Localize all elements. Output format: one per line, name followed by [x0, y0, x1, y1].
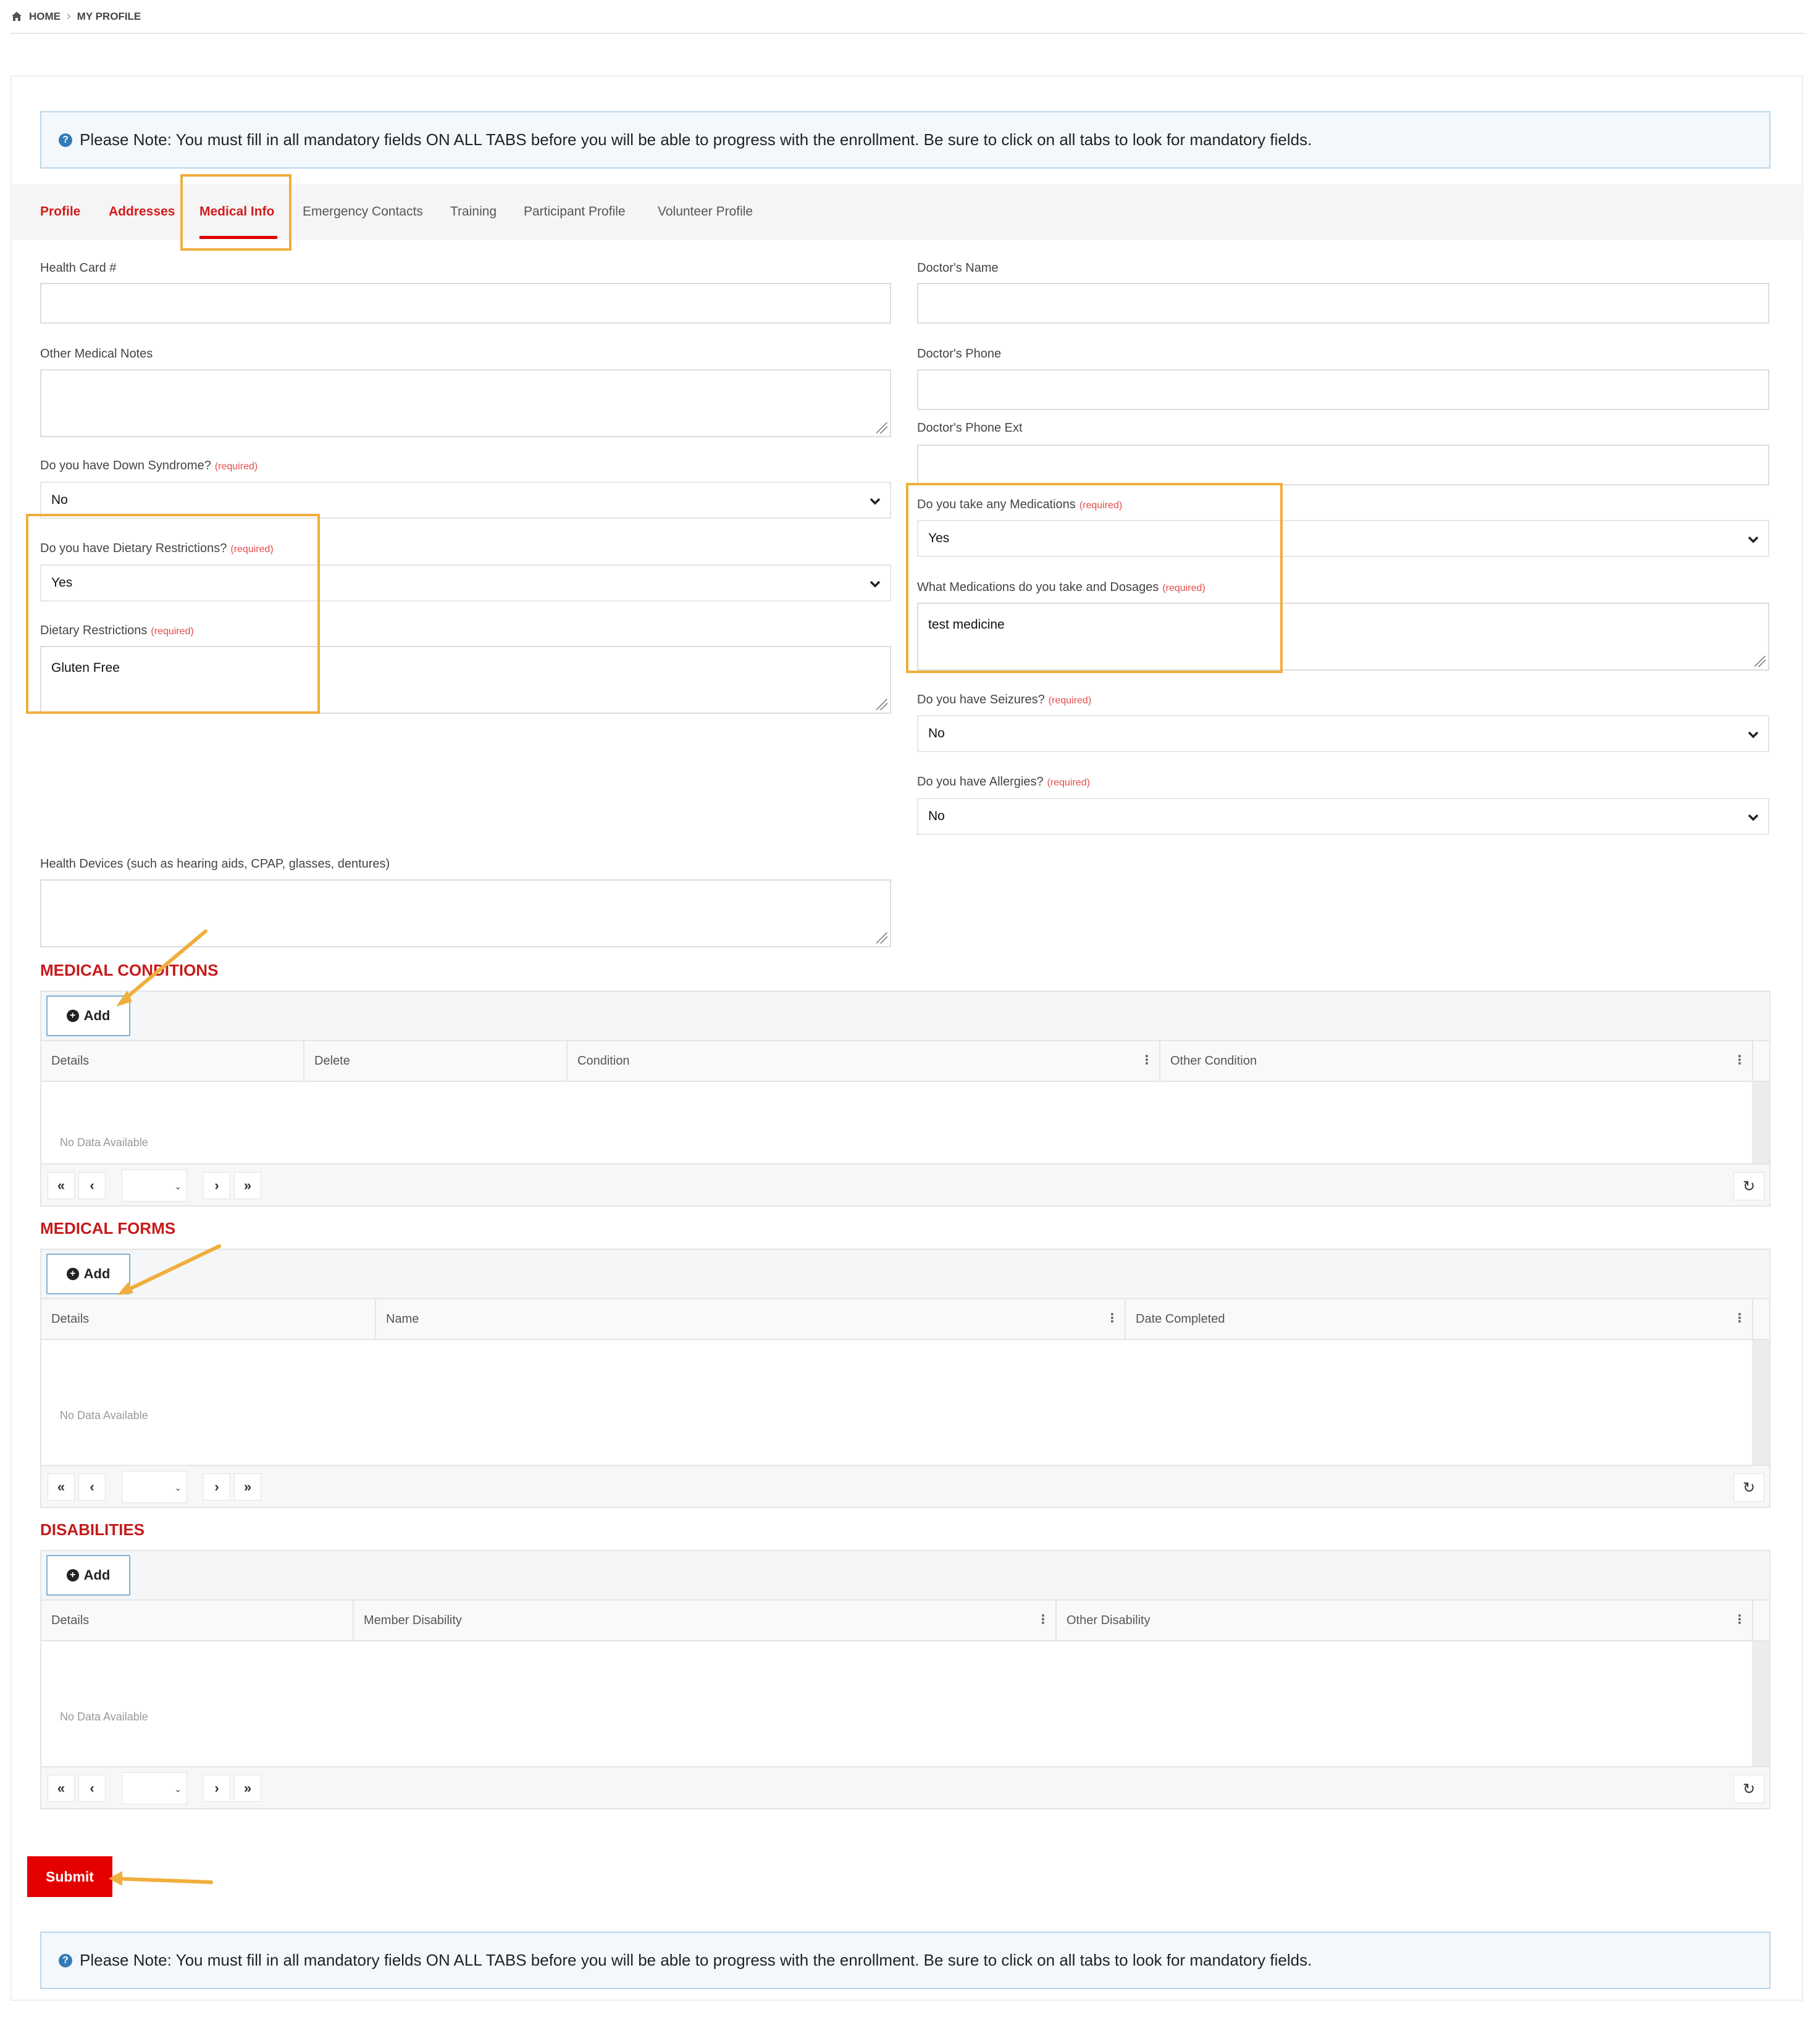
arrow-to-forms-add — [122, 1244, 221, 1294]
arrowhead-forms — [117, 1282, 133, 1295]
annotation-arrows — [109, 929, 221, 1886]
arrowhead-submit — [109, 1871, 122, 1886]
arrow-to-conditions-add — [120, 929, 207, 1003]
arrow-to-submit — [112, 1877, 213, 1884]
